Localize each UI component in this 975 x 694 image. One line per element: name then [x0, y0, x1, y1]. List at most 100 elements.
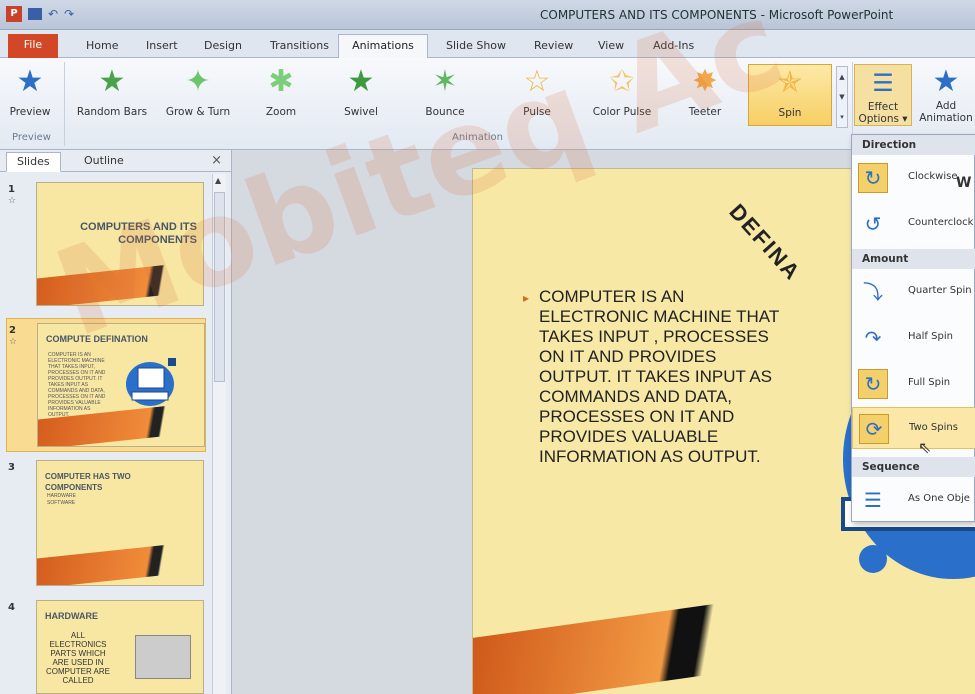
- half-spin-icon: ↷: [864, 326, 882, 350]
- effect-grow-turn[interactable]: ✦ Grow & Turn: [160, 64, 236, 126]
- pane-tabs: Slides Outline ×: [0, 150, 232, 172]
- star-icon: ✱: [268, 64, 294, 99]
- star-icon: ✶: [432, 64, 458, 99]
- tab-add-ins[interactable]: Add-Ins: [653, 39, 694, 52]
- menu-item-quarter-spin[interactable]: ⤵ Quarter Spin: [852, 271, 975, 313]
- tab-slide-show[interactable]: Slide Show: [446, 39, 506, 52]
- star-icon: ✯: [777, 65, 803, 100]
- effect-zoom[interactable]: ✱ Zoom: [246, 64, 316, 126]
- ribbon-separator: [64, 62, 65, 146]
- title-bar: P ↶ ↷ COMPUTERS AND ITS COMPONENTS - Mic…: [0, 0, 975, 30]
- tab-outline[interactable]: Outline: [74, 152, 134, 172]
- ribbon: ★ Preview Preview ★ Random Bars ✦ Grow &…: [0, 58, 975, 150]
- animation-group-label: Animation: [452, 132, 503, 143]
- animation-star-icon: ☆: [8, 196, 17, 206]
- slide-item: SOFTWARE: [47, 500, 76, 506]
- menu-item-full-spin[interactable]: ↻ Full Spin: [852, 363, 975, 405]
- slide-title-fragment: DEFINA: [724, 199, 806, 286]
- tab-insert[interactable]: Insert: [146, 39, 178, 52]
- counterclockwise-icon: ↺: [864, 212, 882, 236]
- add-animation-label: Add Animation: [919, 100, 973, 124]
- slide-thumbnail-3[interactable]: 3 COMPUTER HAS TWO COMPONENTS HARDWARE S…: [6, 458, 206, 588]
- tab-slides[interactable]: Slides: [6, 152, 61, 172]
- menu-item-label: Two Spins: [909, 422, 958, 433]
- quarter-spin-icon: ⤵: [863, 280, 883, 304]
- menu-item-label: Quarter Spin: [908, 285, 972, 296]
- slide-thumbnail-4[interactable]: 4 HARDWARE ALL ELECTRONICS PARTS WHICH A…: [6, 598, 206, 694]
- add-star-icon: ★: [932, 64, 960, 99]
- full-spin-icon: ↻: [858, 369, 888, 399]
- add-animation-button[interactable]: ★ Add Animation: [916, 64, 975, 126]
- tab-view[interactable]: View: [598, 39, 624, 52]
- slide-number: 3: [8, 462, 15, 473]
- redo-icon[interactable]: ↷: [64, 8, 74, 20]
- effect-label: Color Pulse: [592, 106, 652, 118]
- slide-title: HARDWARE: [45, 611, 98, 621]
- bullet-arrow-icon: ▸: [523, 291, 530, 305]
- tab-animations[interactable]: Animations: [338, 34, 428, 59]
- menu-item-label: As One Obje: [908, 493, 970, 504]
- window-title: COMPUTERS AND ITS COMPONENTS - Microsoft…: [540, 8, 894, 22]
- menu-header-amount: Amount: [852, 249, 975, 269]
- scroll-up-icon[interactable]: ▲: [215, 176, 221, 185]
- menu-item-two-spins[interactable]: ⟳ Two Spins: [852, 407, 975, 449]
- effect-teeter[interactable]: ✸ Teeter: [670, 64, 740, 126]
- effect-options-menu: Direction ↻ Clockwise W ↺ Counterclock A…: [851, 134, 975, 522]
- slide-swoosh: [473, 584, 853, 694]
- tab-design[interactable]: Design: [204, 39, 242, 52]
- save-icon[interactable]: [28, 8, 42, 20]
- slides-pane: Slides Outline × 1 ☆ COMPUTERS AND ITS C…: [0, 150, 232, 694]
- effect-label: Teeter: [688, 106, 722, 118]
- effect-label: Grow & Turn: [165, 106, 231, 118]
- slide-body: ALL ELECTRONICS PARTS WHICH ARE USED IN …: [45, 631, 110, 685]
- slide-preview: COMPUTER HAS TWO COMPONENTS HARDWARE SOF…: [36, 460, 204, 586]
- slide-title: COMPUTERS AND ITS COMPONENTS: [80, 221, 197, 246]
- slides-scrollbar[interactable]: ▲: [212, 174, 226, 694]
- effect-spin[interactable]: ✯ Spin: [748, 64, 832, 126]
- tab-transitions[interactable]: Transitions: [270, 39, 329, 52]
- gallery-scroll[interactable]: ▲ ▼ ▾: [836, 66, 848, 128]
- effect-options-button[interactable]: ☰ Effect Options ▾: [854, 64, 912, 126]
- overlay-letters: W: [956, 175, 972, 191]
- tab-file[interactable]: File: [8, 34, 58, 58]
- undo-icon[interactable]: ↶: [48, 8, 58, 20]
- slide-swoosh: [37, 538, 203, 585]
- effect-label: Swivel: [344, 106, 378, 118]
- menu-item-as-one-object[interactable]: ☰ As One Obje: [852, 479, 975, 521]
- quick-access-toolbar: P ↶ ↷: [6, 6, 74, 22]
- list-icon: ☰: [864, 488, 882, 512]
- effect-swivel[interactable]: ★ Swivel: [326, 64, 396, 126]
- menu-item-counterclockwise[interactable]: ↺ Counterclock: [852, 203, 975, 245]
- close-icon[interactable]: ×: [211, 153, 222, 168]
- effect-random-bars[interactable]: ★ Random Bars: [72, 64, 152, 126]
- menu-item-half-spin[interactable]: ↷ Half Spin: [852, 317, 975, 359]
- tab-review[interactable]: Review: [534, 39, 573, 52]
- list-icon: ☰: [872, 69, 894, 97]
- effect-color-pulse[interactable]: ✩ Color Pulse: [584, 64, 660, 126]
- effect-label: Random Bars: [76, 106, 148, 118]
- effect-bounce[interactable]: ✶ Bounce: [410, 64, 480, 126]
- preview-star-icon: ★: [16, 64, 44, 99]
- slide-number: 2: [9, 325, 16, 336]
- slide-title: COMPUTE DEFINATION: [46, 334, 148, 344]
- preview-label: Preview: [9, 106, 51, 118]
- two-spins-icon: ⟳: [859, 414, 889, 444]
- powerpoint-app-icon[interactable]: P: [6, 6, 22, 22]
- slide-body-text[interactable]: COMPUTER IS AN ELECTRONIC MACHINE THAT T…: [539, 287, 789, 467]
- slide-thumbnail-1[interactable]: 1 ☆ COMPUTERS AND ITS COMPONENTS: [6, 180, 206, 308]
- scroll-thumb[interactable]: [214, 192, 225, 382]
- tab-home[interactable]: Home: [86, 39, 118, 52]
- mouse-cursor-icon: ⇖: [918, 438, 932, 457]
- preview-group-label: Preview: [12, 132, 51, 143]
- clockwise-icon: ↻: [858, 163, 888, 193]
- effect-options-label: Effect Options ▾: [858, 101, 908, 125]
- slide-thumbnail-2[interactable]: 2 ☆ COMPUTE DEFINATION COMPUTER IS AN EL…: [6, 318, 206, 452]
- slide-preview: HARDWARE ALL ELECTRONICS PARTS WHICH ARE…: [36, 600, 204, 694]
- menu-item-label: Clockwise: [908, 171, 958, 182]
- effect-label: Pulse: [523, 106, 551, 118]
- slide-number: 4: [8, 602, 15, 613]
- animation-star-icon: ☆: [9, 337, 18, 347]
- preview-button[interactable]: ★ Preview: [2, 64, 58, 126]
- star-icon: ✦: [185, 64, 211, 99]
- effect-pulse[interactable]: ☆ Pulse: [502, 64, 572, 126]
